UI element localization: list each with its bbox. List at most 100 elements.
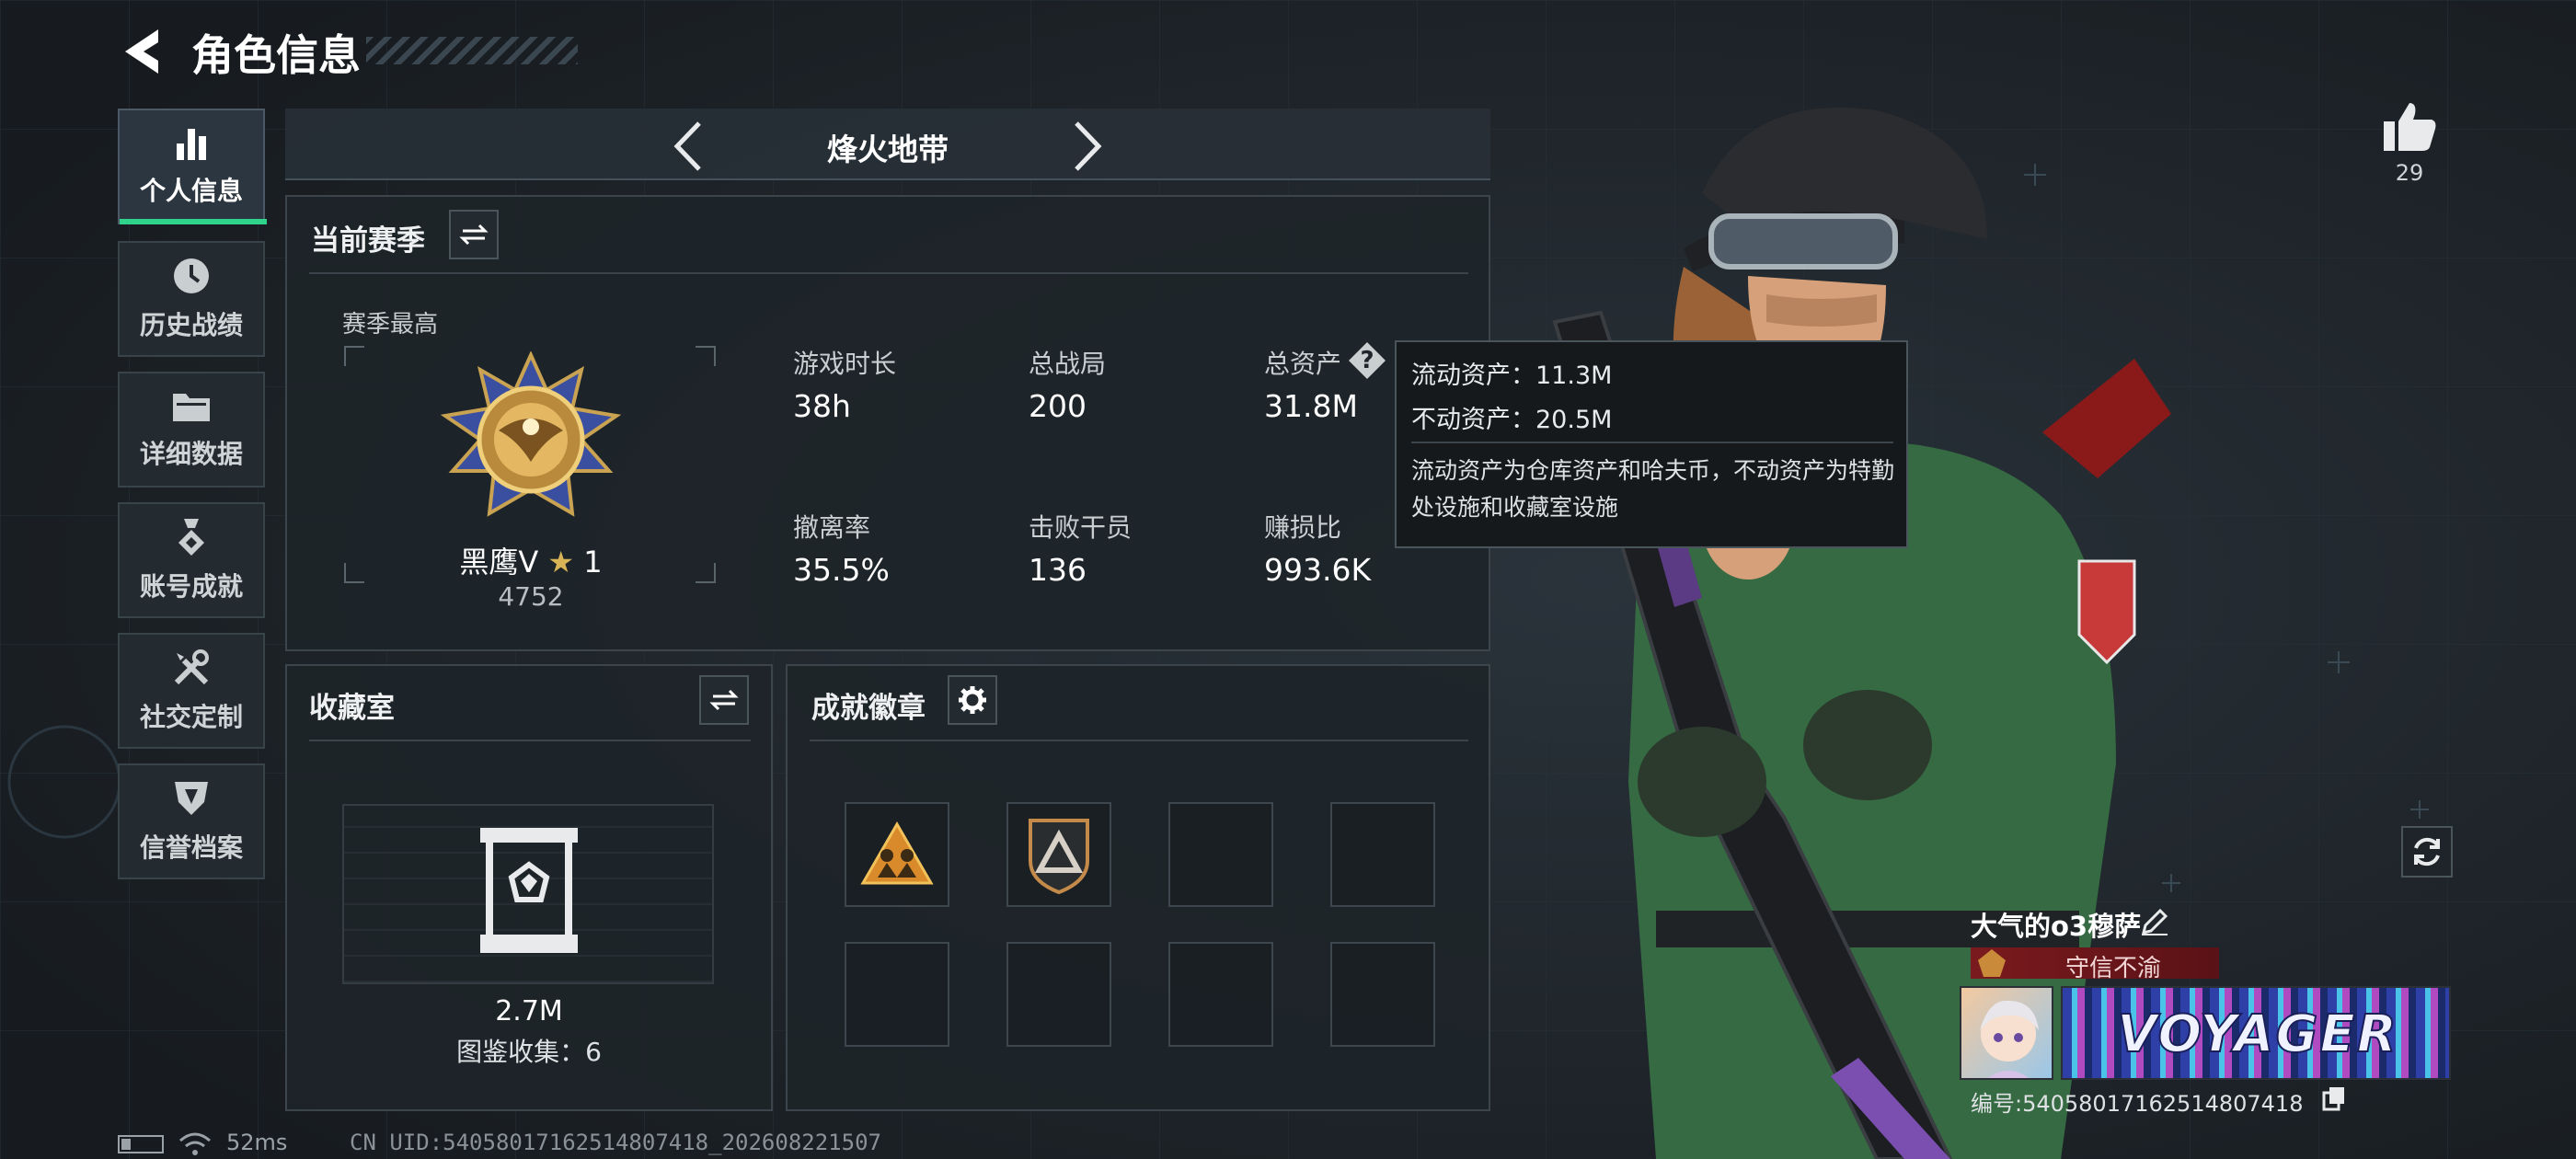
help-icon[interactable]: ? — [1349, 342, 1386, 379]
season-panel: 当前赛季 赛季最高 黑鹰Ⅴ ★ 1 4752 游戏时长 38h 总战局 200 … — [285, 195, 1490, 651]
stat-label: 击败干员 — [1029, 512, 1133, 543]
rank-name: 黑鹰Ⅴ ★ 1 — [397, 539, 664, 581]
mode-label: 烽火地带 — [827, 132, 949, 167]
active-indicator — [120, 219, 267, 224]
collection-title: 收藏室 — [309, 692, 395, 725]
like-count: 29 — [2395, 160, 2424, 186]
sidebar-item-label: 信誉档案 — [139, 832, 243, 863]
badge-slot[interactable] — [845, 942, 949, 1047]
triangle-shield-badge-icon — [1029, 819, 1089, 895]
name-banner: VOYAGER — [2061, 986, 2451, 1080]
uid-text: CN UID:5405801716251480741​8_20260822150… — [350, 1130, 881, 1155]
badge-slot[interactable] — [1330, 942, 1435, 1047]
star-icon: ★ — [547, 545, 575, 580]
back-button[interactable] — [118, 24, 166, 79]
divider — [309, 272, 1468, 274]
tooltip-fixed: 不动资产：20.5M — [1411, 406, 1613, 434]
medal-icon — [178, 519, 204, 556]
copy-icon[interactable] — [2322, 1085, 2346, 1111]
folder-icon — [173, 394, 210, 421]
badges-panel: 成就徽章 — [786, 664, 1490, 1111]
tooltip-divider — [1411, 442, 1893, 443]
clock-icon — [174, 258, 209, 293]
rank-stars: 1 — [583, 545, 603, 580]
sidebar-item-achievements[interactable]: 账号成就 — [118, 502, 265, 618]
thumbs-up-icon — [2384, 103, 2436, 151]
tooltip-liquid: 流动资产：11.3M — [1411, 361, 1613, 390]
badge-slot[interactable] — [1168, 942, 1273, 1047]
mode-selector: 烽火地带 — [285, 109, 1490, 180]
badges-settings-button[interactable] — [948, 675, 997, 725]
divider — [810, 740, 1468, 741]
stat-value: 31.8M — [1264, 388, 1358, 424]
sidebar-item-detailed-data[interactable]: 详细数据 — [118, 372, 265, 488]
like-button[interactable]: 29 — [2377, 101, 2442, 202]
squad-badge-icon — [860, 821, 934, 885]
page-title: 角色信息 — [191, 30, 361, 80]
sidebar-item-label: 详细数据 — [139, 439, 243, 469]
ping: 52ms — [226, 1130, 288, 1155]
season-title: 当前赛季 — [311, 224, 425, 258]
sidebar-item-social-custom[interactable]: 社交定制 — [118, 633, 265, 749]
back-arrow-icon — [125, 29, 158, 74]
rank-emblem-icon — [440, 351, 622, 517]
catalog-count: 图鉴收集：6 — [456, 1037, 602, 1067]
avatar[interactable] — [1960, 986, 2053, 1080]
swap-icon — [459, 224, 489, 246]
display-case-icon — [480, 828, 578, 953]
collection-panel: 收藏室 2.7M 图鉴收集：6 — [285, 664, 773, 1111]
stat-label: 撤离率 — [793, 512, 871, 543]
sidebar-item-reputation[interactable]: 信誉档案 — [118, 763, 265, 879]
sidebar-item-label: 账号成就 — [139, 571, 243, 602]
stat-value: 200 — [1029, 388, 1087, 424]
shield-icon — [175, 782, 208, 815]
banner-text: VOYAGER — [2116, 1004, 2398, 1065]
edit-icon[interactable] — [2140, 907, 2169, 936]
stat-value: 136 — [1029, 552, 1087, 588]
rank-name-text: 黑鹰Ⅴ — [459, 545, 539, 580]
swap-icon — [709, 689, 739, 711]
season-switch-button[interactable] — [449, 210, 499, 259]
collection-preview[interactable] — [342, 804, 714, 984]
stat-label: 总战局 — [1029, 349, 1107, 379]
stat-value: 993.6K — [1264, 552, 1372, 588]
sidebar-item-match-history[interactable]: 历史战绩 — [118, 241, 265, 357]
sidebar-item-label: 社交定制 — [139, 702, 243, 732]
sidebar-item-personal-info[interactable]: 个人信息 — [118, 109, 267, 224]
stat-value: 35.5% — [793, 552, 890, 588]
avatar-portrait-icon — [1980, 1000, 2039, 1078]
divider — [309, 740, 751, 741]
title-tag: 守信不渝 — [1971, 947, 2219, 982]
tools-icon — [174, 649, 209, 685]
badges-title: 成就徽章 — [811, 692, 926, 725]
refresh-icon — [2414, 837, 2440, 866]
stat-label: 游戏时长 — [793, 349, 897, 379]
stat-label: 赚损比 — [1264, 512, 1342, 543]
badge-slot[interactable] — [1006, 802, 1111, 907]
wifi-icon — [179, 1132, 211, 1155]
badge-slot[interactable] — [845, 802, 949, 907]
badge-slot[interactable] — [1330, 802, 1435, 907]
player-card: 大气的o3穆萨 守信不渝 VOYAGER 编号:5405801716251480… — [1960, 901, 2456, 1122]
tooltip-description: 流动资产为仓库资产和哈夫币，不动资产为特勤处设施和收藏室设施 — [1411, 457, 1895, 521]
sidebar-item-label: 个人信息 — [139, 176, 243, 206]
refresh-button[interactable] — [2401, 826, 2453, 878]
collection-value: 2.7M — [495, 995, 563, 1027]
stat-label: 总资产 — [1264, 349, 1342, 379]
assets-tooltip: 流动资产：11.3M 不动资产：20.5M 流动资产为仓库资产和哈夫币，不动资产… — [1395, 340, 1908, 548]
badge-slot[interactable] — [1006, 942, 1111, 1047]
player-id: 编号:5405801716251480741​8 — [1971, 1091, 2304, 1117]
rank-score: 4752 — [498, 581, 564, 612]
title-decoration — [366, 37, 578, 64]
next-mode-arrow-icon[interactable] — [1069, 120, 1106, 173]
status-bar: 52ms CN UID:5405801716251480741​8_202608… — [118, 1130, 1406, 1157]
gear-icon — [959, 686, 986, 714]
badge-slot[interactable] — [1168, 802, 1273, 907]
stat-value: 38h — [793, 388, 851, 424]
title-tag-emblem-icon — [1978, 949, 2006, 977]
collection-switch-button[interactable] — [699, 675, 749, 725]
bar-chart-icon — [177, 129, 206, 160]
player-name: 大气的o3穆萨 — [1971, 911, 2142, 942]
title-tag-text: 守信不渝 — [2064, 955, 2161, 982]
sidebar-item-label: 历史战绩 — [139, 310, 243, 340]
